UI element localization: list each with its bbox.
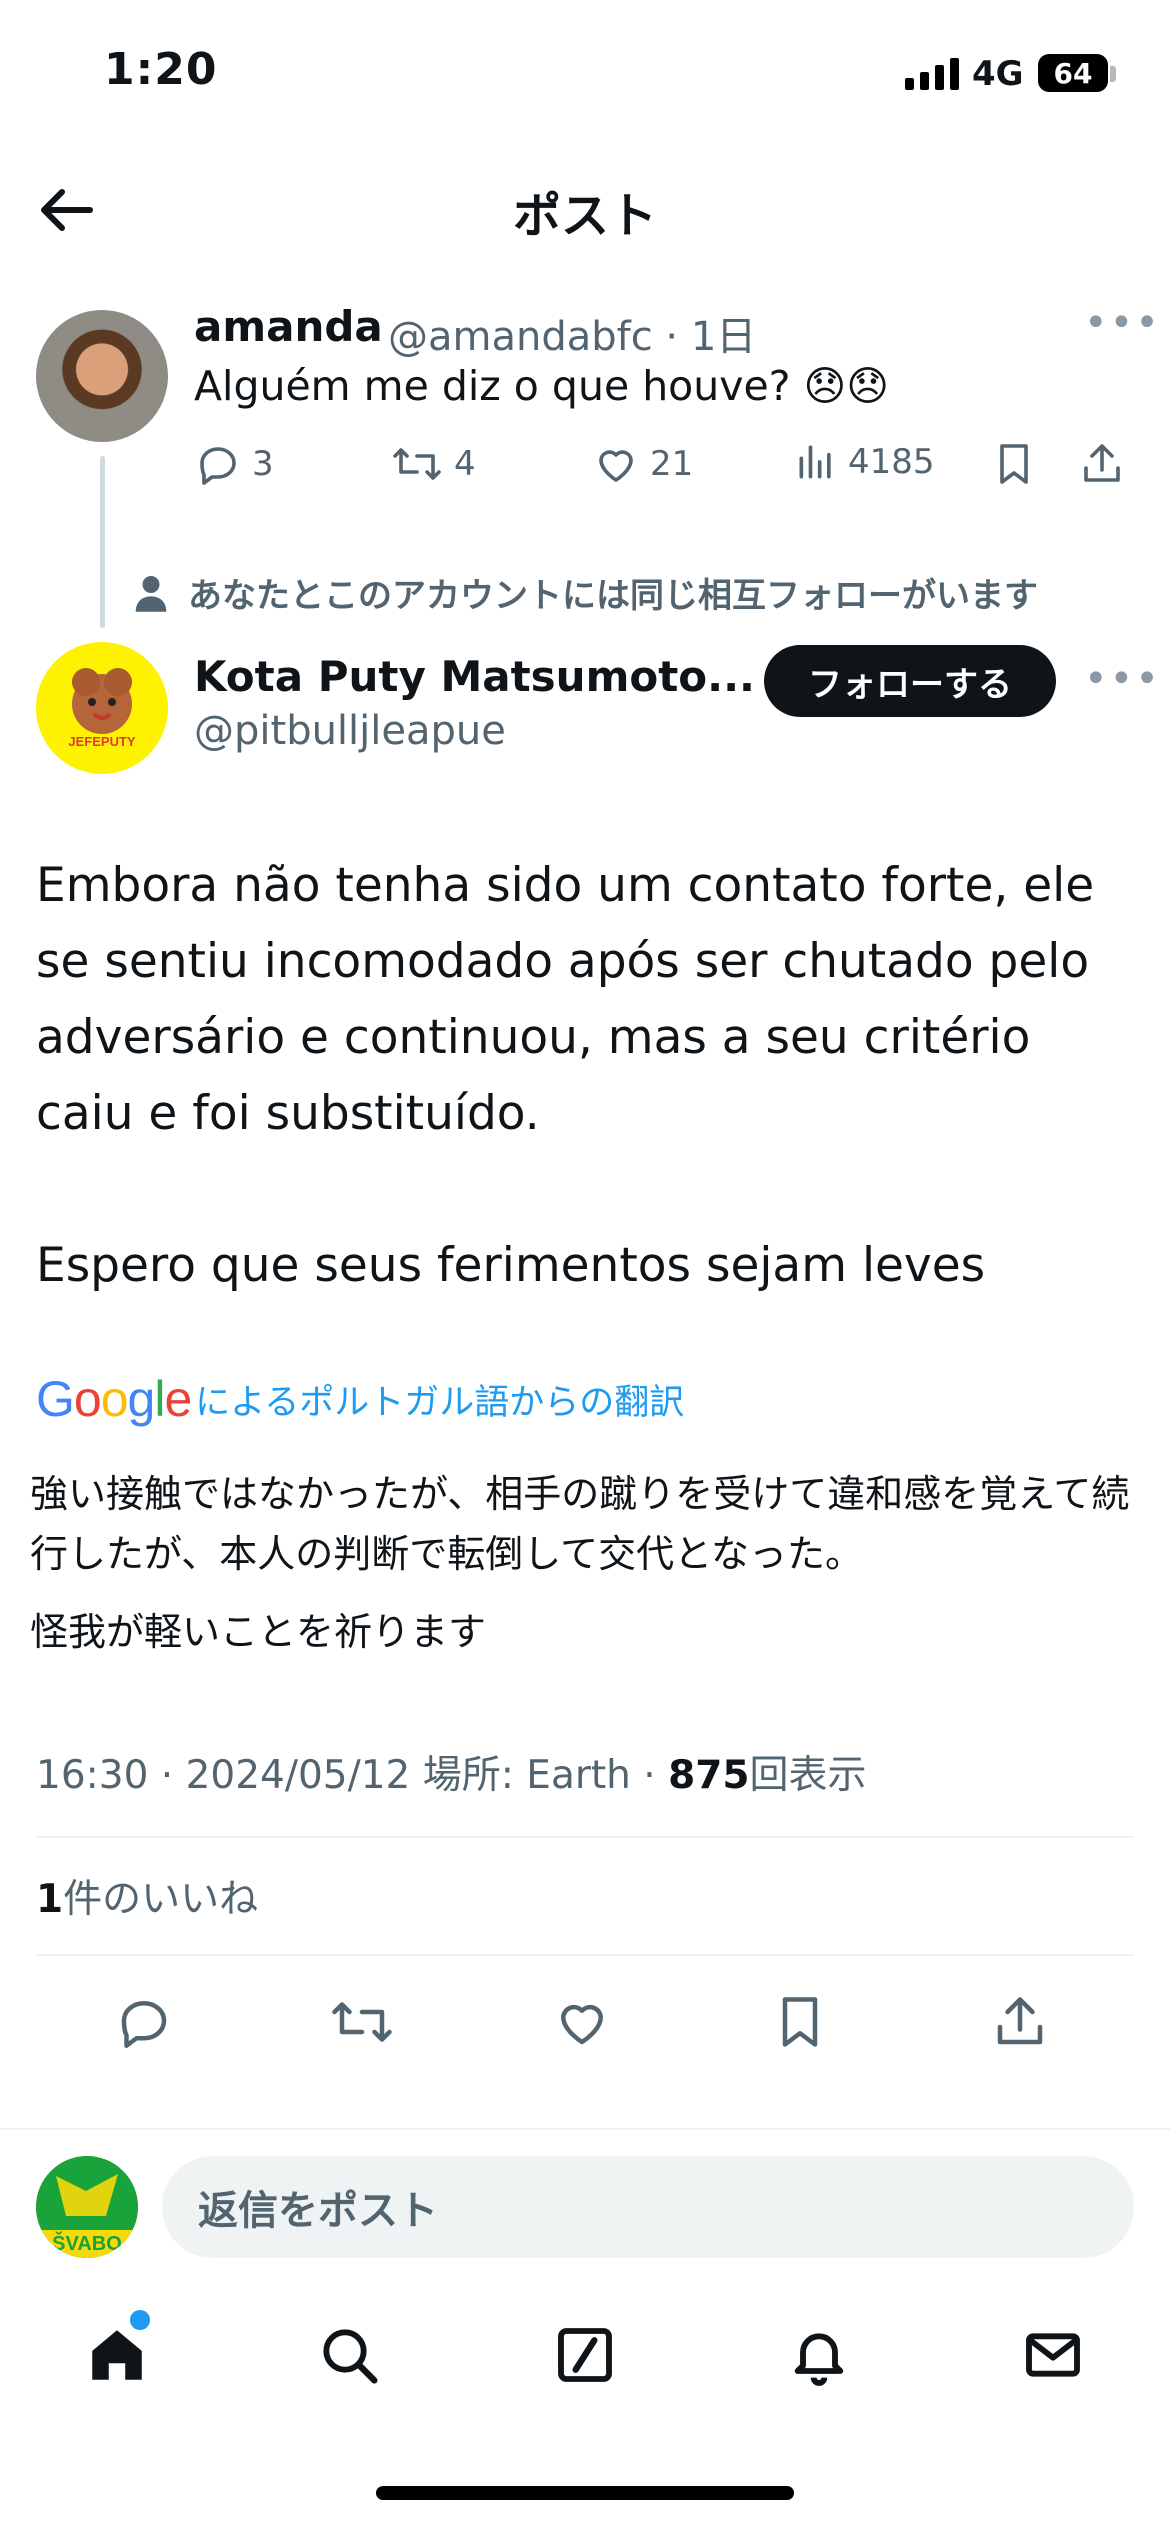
tweet-body: Embora não tenha sido um contato forte, … xyxy=(36,858,1095,1293)
reply-button[interactable] xyxy=(106,1984,182,2060)
reply-input[interactable]: 返信をポスト xyxy=(162,2156,1134,2258)
parent-tweet-text: Alguém me diz o que houve? 😞😞 xyxy=(194,362,890,410)
share-button[interactable] xyxy=(982,1984,1058,2060)
bookmark-action[interactable] xyxy=(992,440,1036,488)
person-icon xyxy=(135,575,167,612)
page-title: ポスト xyxy=(512,188,657,244)
dog-avatar-image: JEFEPUTY xyxy=(68,668,136,749)
author-name[interactable]: Kota Puty Matsumoto... xyxy=(194,652,755,701)
tab-grok[interactable] xyxy=(530,2300,640,2410)
avatar-kota[interactable]: JEFEPUTY xyxy=(36,642,168,774)
likes-summary[interactable]: 1件のいいね xyxy=(36,1868,258,1924)
avatar-text: JEFEPUTY xyxy=(68,734,136,749)
back-arrow-icon xyxy=(41,189,93,231)
retweet-count: 4 xyxy=(454,444,476,484)
parent-more-icon[interactable]: ••• xyxy=(1084,300,1161,346)
tweet-actions-bar xyxy=(0,1984,1170,2060)
divider xyxy=(36,1836,1134,1838)
battery-cap xyxy=(1110,66,1116,82)
view-count-suffix: 回表示 xyxy=(749,1753,867,1798)
timestamp-location: 16:30 · 2024/05/12 場所: Earth · xyxy=(36,1753,669,1798)
parent-author-handle: @amandabfc · 1日 xyxy=(388,314,757,360)
tab-bar xyxy=(0,2300,1170,2410)
my-avatar-image: ŠVABO xyxy=(36,2156,138,2258)
heart-icon xyxy=(599,450,633,482)
status-time: 1:20 xyxy=(104,44,218,95)
translation-label: によるポルトガル語からの翻訳 xyxy=(195,1382,685,1423)
retweet-icon xyxy=(393,448,441,480)
mutual-follow-notice: あなたとこのアカウントには同じ相互フォローがいます xyxy=(134,568,1038,617)
my-avatar-text: ŠVABO xyxy=(52,2231,122,2255)
like-action[interactable]: 21 xyxy=(592,440,693,488)
tab-notifications[interactable] xyxy=(764,2300,874,2410)
views-count: 4185 xyxy=(848,442,935,482)
share-icon xyxy=(997,1997,1043,2045)
tweet-more-icon[interactable]: ••• xyxy=(1084,656,1161,702)
search-icon xyxy=(323,2329,378,2384)
network-type: 4G xyxy=(972,54,1024,94)
likes-count: 1 xyxy=(36,1877,64,1922)
retweet-icon xyxy=(332,2002,392,2042)
likes-suffix: 件のいいね xyxy=(63,1877,259,1922)
retweet-button[interactable] xyxy=(324,1984,400,2060)
battery-icon: 64 xyxy=(1038,54,1108,92)
reply-icon xyxy=(121,2001,167,2048)
bookmark-icon xyxy=(1000,444,1028,484)
tweet-metadata: 16:30 · 2024/05/12 場所: Earth · 875回表示 xyxy=(36,1744,867,1800)
bookmark-button[interactable] xyxy=(762,1984,838,2060)
views-icon xyxy=(799,445,831,479)
home-icon xyxy=(92,2330,142,2380)
signal-icon xyxy=(905,58,959,90)
parent-author-name[interactable]: amanda xyxy=(194,302,383,351)
translated-paragraph-2: 怪我が軽いことを祈ります xyxy=(30,1610,487,1654)
like-button[interactable] xyxy=(544,1984,620,2060)
google-logo: Google xyxy=(36,1371,192,1427)
avatar-amanda[interactable] xyxy=(36,310,168,442)
share-icon xyxy=(1084,444,1120,482)
views-action[interactable]: 4185 xyxy=(794,440,935,484)
share-action[interactable] xyxy=(1078,440,1126,488)
back-button[interactable] xyxy=(28,178,104,242)
home-indicator xyxy=(376,2486,794,2500)
parent-actions: 3 4 21 4185 xyxy=(194,440,1134,500)
heart-icon xyxy=(561,2004,603,2045)
divider xyxy=(36,1954,1134,1956)
follow-button[interactable]: フォローする xyxy=(764,645,1056,717)
retweet-action[interactable]: 4 xyxy=(390,440,476,488)
author-handle[interactable]: @pitbulljleapue xyxy=(194,708,506,754)
messages-icon xyxy=(1026,2333,1080,2377)
tab-messages[interactable] xyxy=(998,2300,1108,2410)
bookmark-icon xyxy=(782,1997,818,2047)
grok-icon xyxy=(558,2328,612,2382)
my-avatar[interactable]: ŠVABO xyxy=(36,2156,138,2258)
composer-divider xyxy=(0,2128,1170,2130)
tab-home[interactable] xyxy=(62,2300,172,2410)
notifications-icon xyxy=(794,2333,844,2386)
thread-line xyxy=(100,456,105,628)
reply-action[interactable]: 3 xyxy=(194,440,274,488)
view-count: 875 xyxy=(668,1753,750,1798)
like-count: 21 xyxy=(650,444,694,484)
reply-icon xyxy=(200,447,236,485)
reply-count: 3 xyxy=(252,444,274,484)
tab-search[interactable] xyxy=(294,2300,404,2410)
mutual-follow-text: あなたとこのアカウントには同じ相互フォローがいます xyxy=(188,576,1038,616)
new-content-dot xyxy=(130,2310,150,2330)
translated-text: 強い接触ではなかったが、相手の蹴りを受けて違和感を覚えて続行したが、本人の判断で… xyxy=(30,1464,1140,1680)
translation-attribution[interactable]: Google によるポルトガル語からの翻訳 xyxy=(36,1370,684,1428)
translated-paragraph-1: 強い接触ではなかったが、相手の蹴りを受けて違和感を覚えて続行したが、本人の判断で… xyxy=(30,1472,1130,1576)
